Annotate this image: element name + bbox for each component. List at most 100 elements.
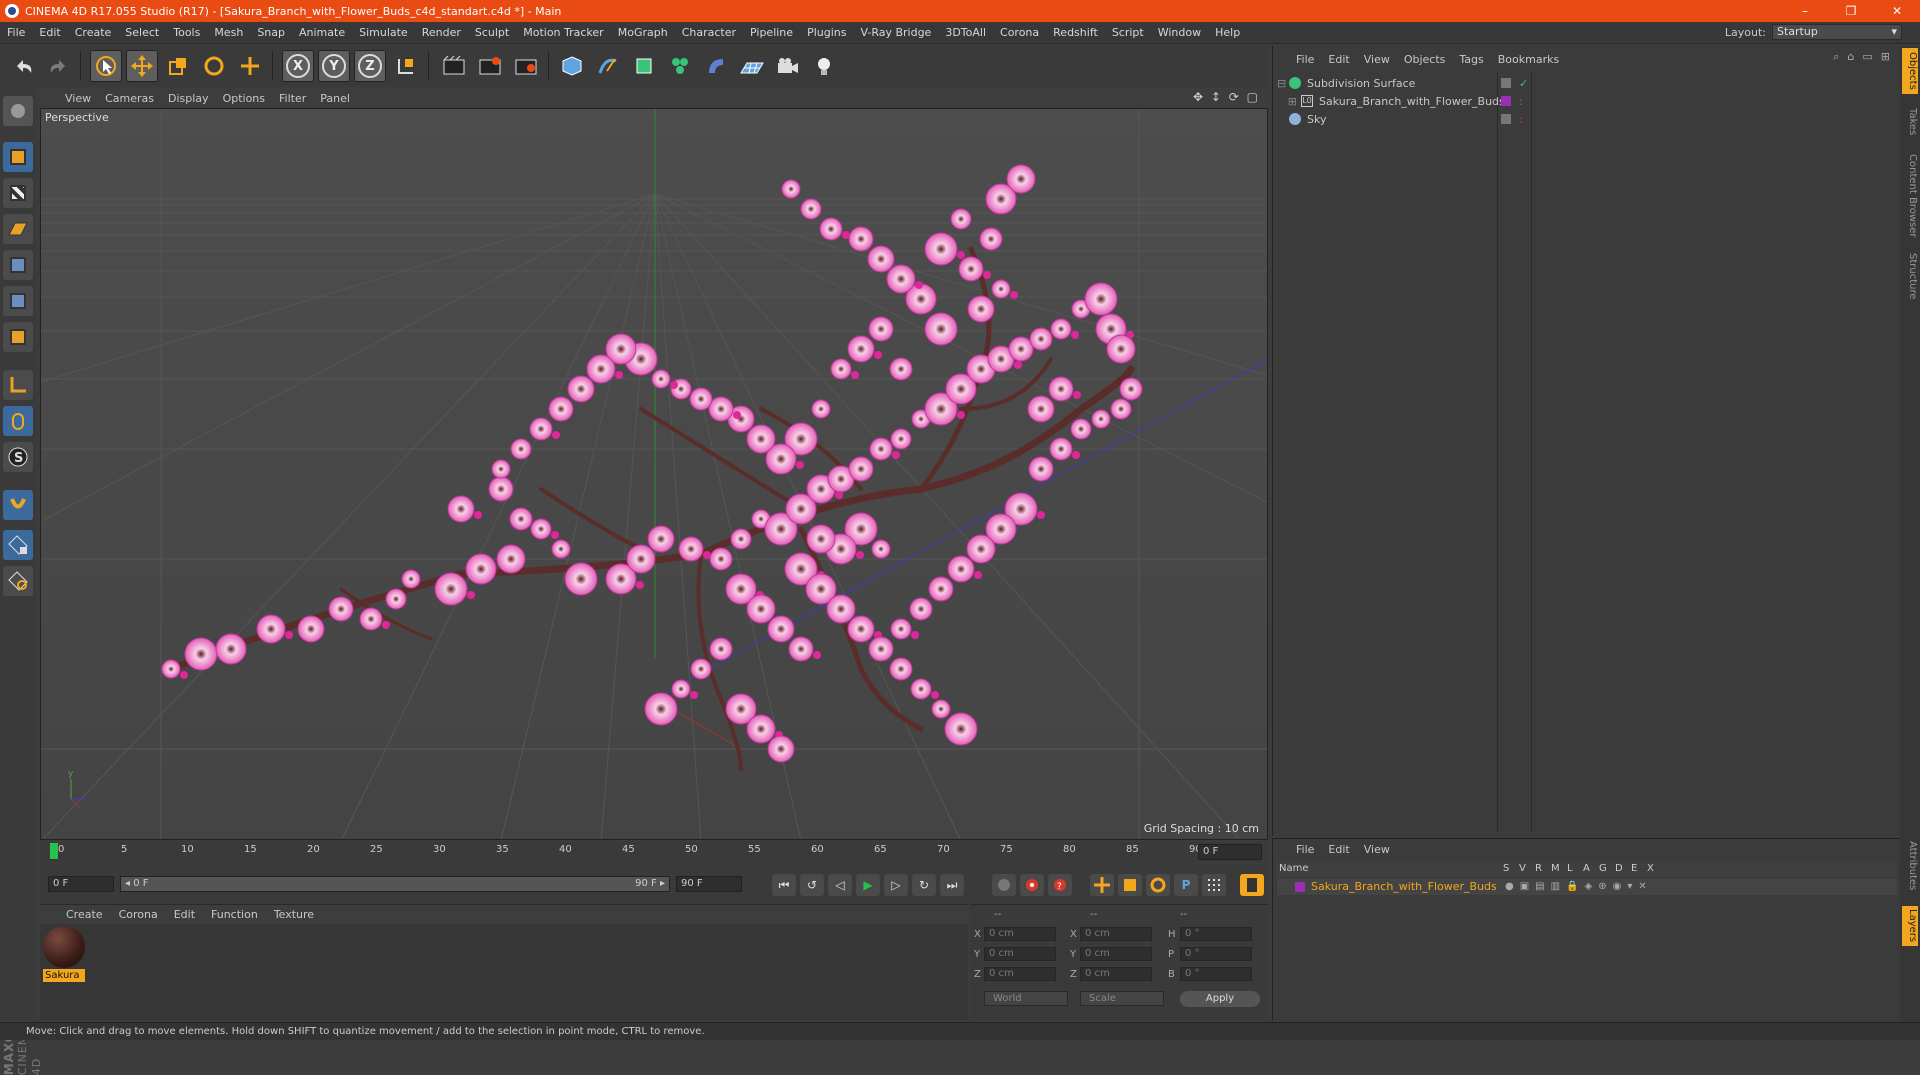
layout-dropdown[interactable]: Startup: [1772, 24, 1902, 40]
cube-object-icon[interactable]: [556, 50, 588, 82]
menu-render[interactable]: Render: [415, 26, 468, 39]
move-tool-icon[interactable]: [126, 50, 158, 82]
go-to-end-button[interactable]: ⏭: [940, 874, 964, 896]
visibility-toggle[interactable]: [1501, 114, 1511, 124]
timeline-ticks[interactable]: 0 5 10 15 20 25 30 35 40 45 50 55 60 65 …: [50, 842, 1202, 862]
pen-spline-icon[interactable]: [592, 50, 624, 82]
layer-color-swatch[interactable]: [1501, 96, 1511, 106]
key-point-level-icon[interactable]: [1202, 874, 1226, 896]
previous-frame-button[interactable]: ◁: [828, 874, 852, 896]
om-menu-edit[interactable]: Edit: [1321, 53, 1356, 66]
menu-character[interactable]: Character: [675, 26, 743, 39]
key-scale-icon[interactable]: [1118, 874, 1142, 896]
collapse-toggle[interactable]: ⊟: [1277, 77, 1289, 90]
edges-mode-icon[interactable]: [3, 286, 33, 316]
render-view-icon[interactable]: [438, 50, 470, 82]
menu-redshift[interactable]: Redshift: [1046, 26, 1105, 39]
tab-content-browser[interactable]: Content Browser: [1902, 146, 1918, 246]
subdivision-surface-icon[interactable]: [628, 50, 660, 82]
position-z-field[interactable]: 0 cm: [984, 967, 1056, 981]
menu-corona[interactable]: Corona: [993, 26, 1046, 39]
perspective-viewport[interactable]: y Perspective Grid Spacing : 10 cm: [40, 108, 1268, 840]
viewport-camera-label[interactable]: Perspective: [45, 111, 109, 124]
size-mode-dropdown[interactable]: Scale: [1080, 991, 1164, 1006]
lm-menu-edit[interactable]: Edit: [1321, 843, 1356, 856]
om-menu-bookmarks[interactable]: Bookmarks: [1491, 53, 1566, 66]
x-axis-lock-button[interactable]: X: [282, 50, 314, 82]
tweak-mode-icon[interactable]: [3, 406, 33, 436]
tab-takes[interactable]: Takes: [1902, 102, 1918, 142]
material-menu-edit[interactable]: Edit: [166, 908, 203, 921]
expand-toggle[interactable]: ⊞: [1277, 95, 1301, 108]
menu-vray-bridge[interactable]: V-Ray Bridge: [853, 26, 938, 39]
viewport-menu-filter[interactable]: Filter: [272, 92, 313, 105]
tab-structure[interactable]: Structure: [1902, 246, 1918, 306]
minimize-button[interactable]: –: [1782, 0, 1828, 22]
position-x-field[interactable]: 0 cm: [984, 927, 1056, 941]
menu-sculpt[interactable]: Sculpt: [468, 26, 516, 39]
autokey-icon[interactable]: ?: [1048, 874, 1072, 896]
material-menu-texture[interactable]: Texture: [266, 908, 322, 921]
workplane-mode-icon[interactable]: [3, 214, 33, 244]
enabled-check-icon[interactable]: ✓: [1519, 77, 1528, 90]
menu-3dtoall[interactable]: 3DToAll: [938, 26, 993, 39]
redo-icon[interactable]: [42, 50, 74, 82]
texture-mode-icon[interactable]: [3, 178, 33, 208]
locked-workplane-icon[interactable]: [3, 530, 33, 560]
key-parameter-button[interactable]: P: [1174, 874, 1198, 896]
viewport-menu-options[interactable]: Options: [216, 92, 272, 105]
size-z-field[interactable]: 0 cm: [1080, 967, 1152, 981]
play-button[interactable]: ▶: [856, 874, 880, 896]
om-menu-objects[interactable]: Objects: [1397, 53, 1453, 66]
rotation-p-field[interactable]: 0 °: [1180, 947, 1252, 961]
menu-script[interactable]: Script: [1105, 26, 1151, 39]
tab-attributes[interactable]: Attributes: [1902, 836, 1918, 896]
viewport-menu-panel[interactable]: Panel: [313, 92, 357, 105]
polygons-mode-icon[interactable]: [3, 322, 33, 352]
object-row-sky[interactable]: Sky :: [1277, 110, 1897, 128]
apply-button[interactable]: Apply: [1180, 991, 1260, 1007]
viewport-menu-view[interactable]: View: [58, 92, 98, 105]
rotation-h-field[interactable]: 0 °: [1180, 927, 1252, 941]
object-name[interactable]: Subdivision Surface: [1307, 77, 1415, 90]
material-preview-sakura[interactable]: [43, 926, 85, 968]
om-menu-tags[interactable]: Tags: [1452, 53, 1490, 66]
record-key-icon[interactable]: [1020, 874, 1044, 896]
tab-layers[interactable]: Layers: [1902, 906, 1918, 946]
layer-name[interactable]: Sakura_Branch_with_Flower_Buds: [1311, 880, 1497, 893]
position-y-field[interactable]: 0 cm: [984, 947, 1056, 961]
menu-snap[interactable]: Snap: [250, 26, 292, 39]
render-picture-viewer-icon[interactable]: [474, 50, 506, 82]
material-menu-create[interactable]: Create: [58, 908, 111, 921]
viewport-menu-cameras[interactable]: Cameras: [98, 92, 161, 105]
expand-icon[interactable]: ⊞: [1881, 50, 1890, 64]
render-visibility-dots[interactable]: :: [1519, 113, 1523, 126]
menu-pipeline[interactable]: Pipeline: [743, 26, 800, 39]
start-frame-field[interactable]: 0 F: [48, 876, 114, 892]
new-window-icon[interactable]: ▭: [1862, 50, 1872, 64]
viewport-menu-display[interactable]: Display: [161, 92, 216, 105]
home-icon[interactable]: ⌂: [1847, 50, 1854, 64]
menu-tools[interactable]: Tools: [166, 26, 207, 39]
menu-animate[interactable]: Animate: [292, 26, 352, 39]
axis-mode-icon[interactable]: [3, 370, 33, 400]
material-name-label[interactable]: Sakura: [43, 969, 85, 982]
close-button[interactable]: ✕: [1874, 0, 1920, 22]
next-key-button[interactable]: ↻: [912, 874, 936, 896]
end-frame-field[interactable]: 90 F: [676, 876, 742, 892]
object-name[interactable]: Sakura_Branch_with_Flower_Buds: [1319, 95, 1505, 108]
magnet-icon[interactable]: [3, 490, 33, 520]
y-axis-lock-button[interactable]: Y: [318, 50, 350, 82]
visibility-toggle[interactable]: [1501, 78, 1511, 88]
scale-tool-icon[interactable]: [162, 50, 194, 82]
points-mode-icon[interactable]: [3, 250, 33, 280]
tab-objects[interactable]: Objects: [1902, 48, 1918, 94]
render-visibility-dots[interactable]: :: [1519, 95, 1523, 108]
object-row-sakura-branch[interactable]: ⊞ L0 Sakura_Branch_with_Flower_Buds :: [1277, 92, 1897, 110]
menu-simulate[interactable]: Simulate: [352, 26, 415, 39]
menu-help[interactable]: Help: [1208, 26, 1247, 39]
timeline-window-icon[interactable]: [1240, 874, 1264, 896]
layer-toggle-icons[interactable]: ●▣▤▥🔒◈⊕◉▾✕: [1505, 881, 1653, 892]
object-name[interactable]: Sky: [1307, 113, 1326, 126]
menu-mograph[interactable]: MoGraph: [611, 26, 675, 39]
